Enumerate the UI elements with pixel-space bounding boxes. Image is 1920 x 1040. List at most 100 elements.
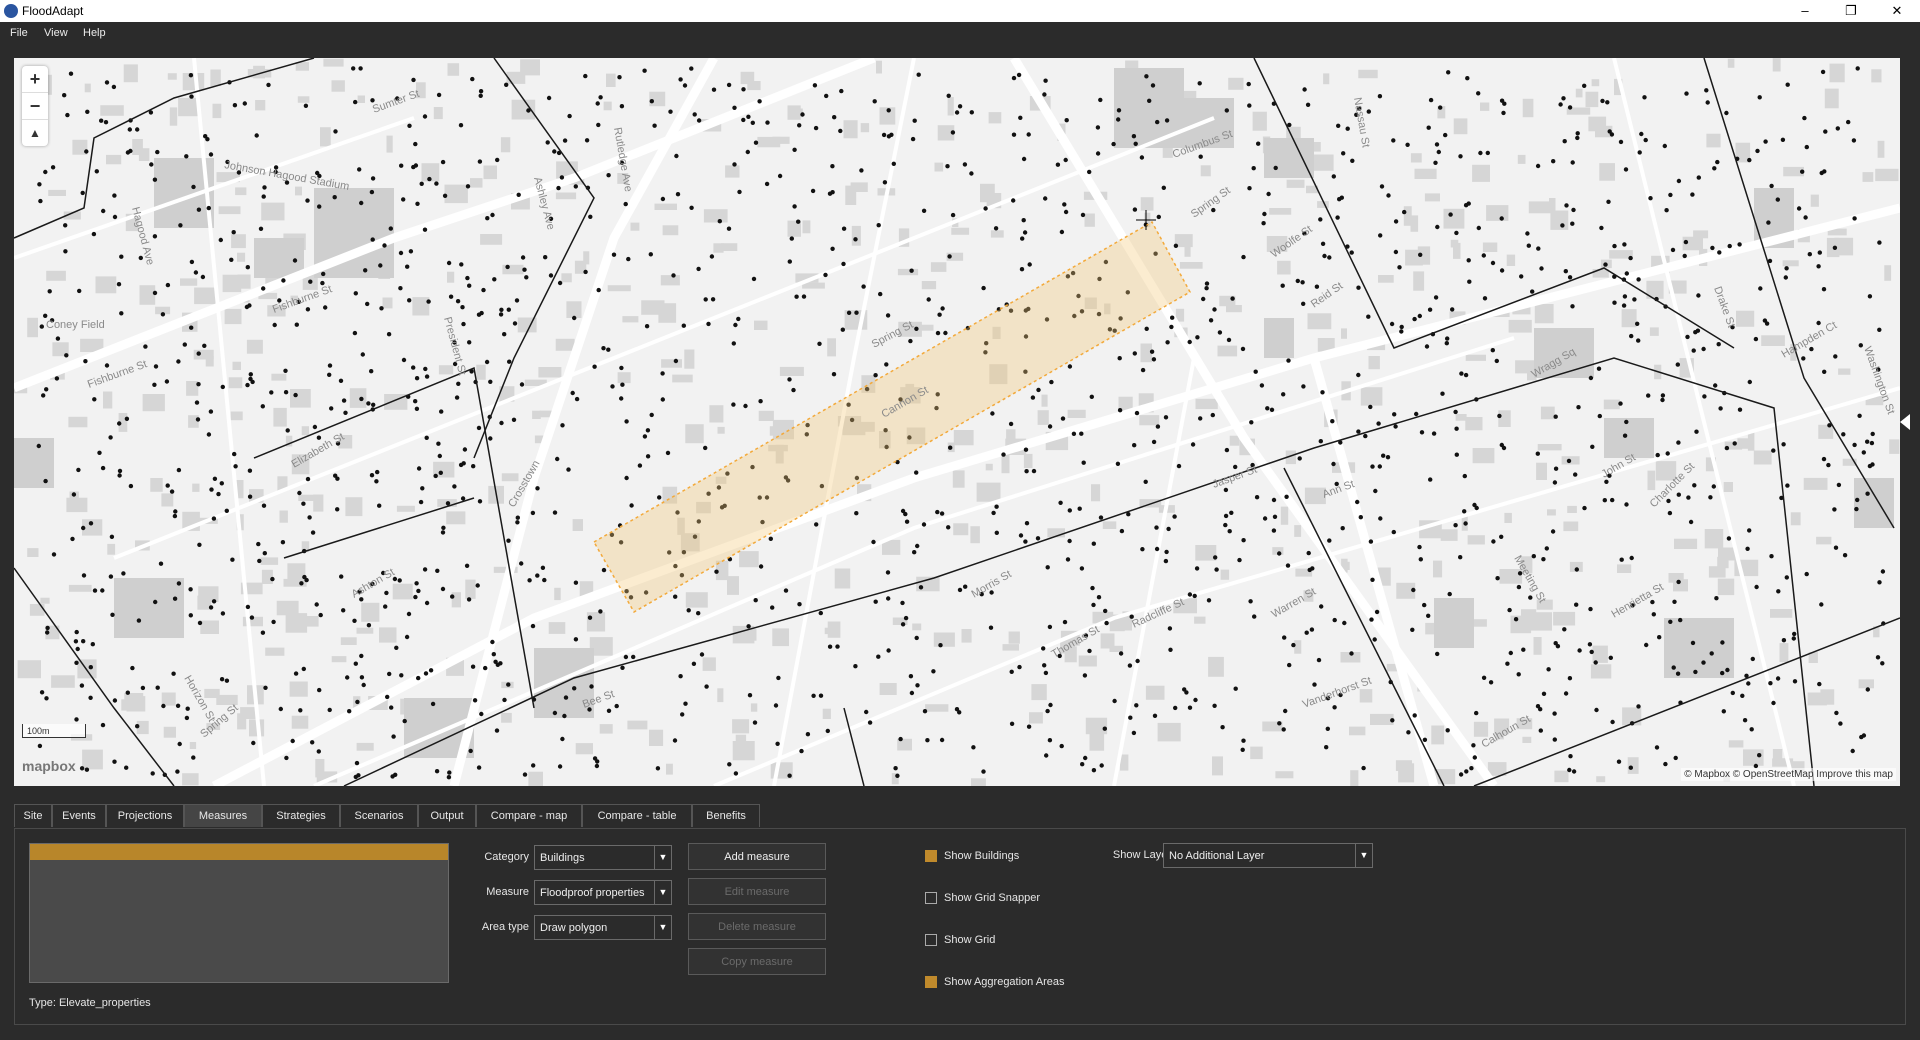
building-footprint xyxy=(17,660,41,679)
building-point xyxy=(370,176,376,181)
building-footprint xyxy=(1269,208,1292,215)
building-point xyxy=(303,103,309,108)
checkbox-unchecked[interactable] xyxy=(925,934,937,946)
building-point xyxy=(1629,555,1634,561)
tab-scenarios[interactable]: Scenarios xyxy=(340,804,418,827)
building-point xyxy=(442,193,448,198)
map-canvas[interactable]: Sumter StHagood AveFishburne StFishburne… xyxy=(14,58,1900,786)
tab-projections[interactable]: Projections xyxy=(106,804,184,827)
building-point xyxy=(831,372,837,377)
building-point xyxy=(1151,357,1157,362)
copy-measure-button[interactable]: Copy measure xyxy=(688,948,826,975)
building-point xyxy=(1280,283,1285,288)
building-point xyxy=(341,608,346,613)
building-point xyxy=(261,286,266,291)
building-footprint xyxy=(1465,417,1483,431)
building-point xyxy=(271,619,276,625)
building-point xyxy=(1355,499,1360,505)
restore-button[interactable]: ❐ xyxy=(1828,0,1874,22)
building-point xyxy=(1337,197,1342,202)
building-point xyxy=(1823,129,1828,134)
building-point xyxy=(1349,651,1354,656)
building-point xyxy=(1801,356,1806,361)
building-point xyxy=(1530,289,1535,294)
building-point xyxy=(479,711,484,717)
building-point xyxy=(1102,726,1108,731)
show-layer-select[interactable]: No Additional Layer ▼ xyxy=(1163,843,1373,868)
building-point xyxy=(940,306,945,311)
measure-select[interactable]: Floodproof properties ▼ xyxy=(534,880,672,905)
building-point xyxy=(1144,74,1149,79)
building-footprint xyxy=(1286,179,1305,188)
building-point xyxy=(922,709,928,714)
add-measure-button[interactable]: Add measure xyxy=(688,843,826,870)
show-grid-label: Show Grid xyxy=(944,934,996,946)
collapse-panel-icon[interactable] xyxy=(1900,414,1910,430)
building-point xyxy=(143,344,148,349)
map-view[interactable]: Sumter St Hagood Ave Fishburne St Fishburne… xyxy=(14,58,1900,786)
tab-output[interactable]: Output xyxy=(418,804,476,827)
building-point xyxy=(1747,379,1753,385)
building-point xyxy=(727,762,732,767)
close-button[interactable]: ✕ xyxy=(1874,0,1920,22)
building-point xyxy=(1091,602,1096,608)
building-point xyxy=(1704,88,1709,93)
minimize-button[interactable]: – xyxy=(1782,0,1828,22)
building-point xyxy=(1418,557,1424,562)
building-point xyxy=(152,234,158,239)
zoom-in-button[interactable]: + xyxy=(22,66,48,93)
compass-icon[interactable]: ▲ xyxy=(22,120,48,146)
building-point xyxy=(430,701,436,707)
building-point xyxy=(830,164,835,169)
building-point xyxy=(423,671,429,676)
building-point xyxy=(165,483,170,488)
tab-measures[interactable]: Measures xyxy=(184,804,262,827)
building-point xyxy=(152,177,158,182)
building-point xyxy=(1567,105,1573,110)
tab-site[interactable]: Site xyxy=(14,804,52,827)
building-point xyxy=(886,596,891,601)
mapbox-logo[interactable]: mapbox xyxy=(22,758,76,774)
area-type-select[interactable]: Draw polygon ▼ xyxy=(534,915,672,940)
menu-file[interactable]: File xyxy=(10,27,28,39)
selected-measure-row[interactable] xyxy=(30,844,448,860)
building-point xyxy=(642,68,647,73)
building-point xyxy=(65,112,70,118)
building-point xyxy=(1336,123,1341,128)
tab-strategies[interactable]: Strategies xyxy=(262,804,340,827)
tab-events[interactable]: Events xyxy=(52,804,106,827)
building-footprint xyxy=(200,620,219,634)
building-point xyxy=(97,450,102,455)
building-footprint xyxy=(1649,327,1659,336)
area-type-label: Area type xyxy=(481,921,529,933)
zoom-out-button[interactable]: − xyxy=(22,93,48,120)
checkbox-checked[interactable] xyxy=(925,976,937,988)
building-point xyxy=(301,501,306,506)
measures-list[interactable] xyxy=(29,843,449,983)
building-footprint xyxy=(703,209,728,223)
checkbox-checked[interactable] xyxy=(925,850,937,862)
tab-benefits[interactable]: Benefits xyxy=(692,804,760,827)
menu-help[interactable]: Help xyxy=(83,27,106,39)
edit-measure-button[interactable]: Edit measure xyxy=(688,878,826,905)
building-point xyxy=(886,648,891,653)
building-point xyxy=(1867,294,1873,299)
category-select[interactable]: Buildings ▼ xyxy=(534,845,672,870)
building-footprint xyxy=(662,225,679,236)
building-point xyxy=(404,634,410,640)
checkbox-unchecked[interactable] xyxy=(925,892,937,904)
building-point xyxy=(1820,69,1826,75)
building-point xyxy=(140,685,146,691)
tab-compare-map[interactable]: Compare - map xyxy=(476,804,582,827)
delete-measure-button[interactable]: Delete measure xyxy=(688,913,826,940)
tab-compare-table[interactable]: Compare - table xyxy=(582,804,692,827)
map-attribution[interactable]: © Mapbox © OpenStreetMap Improve this ma… xyxy=(1681,768,1896,781)
building-point xyxy=(1576,405,1581,410)
building-point xyxy=(1252,614,1257,619)
building-point xyxy=(176,467,182,473)
building-point xyxy=(81,639,86,644)
menu-view[interactable]: View xyxy=(44,27,68,39)
building-point xyxy=(1650,599,1655,605)
building-point xyxy=(1865,687,1871,692)
building-point xyxy=(946,93,951,98)
